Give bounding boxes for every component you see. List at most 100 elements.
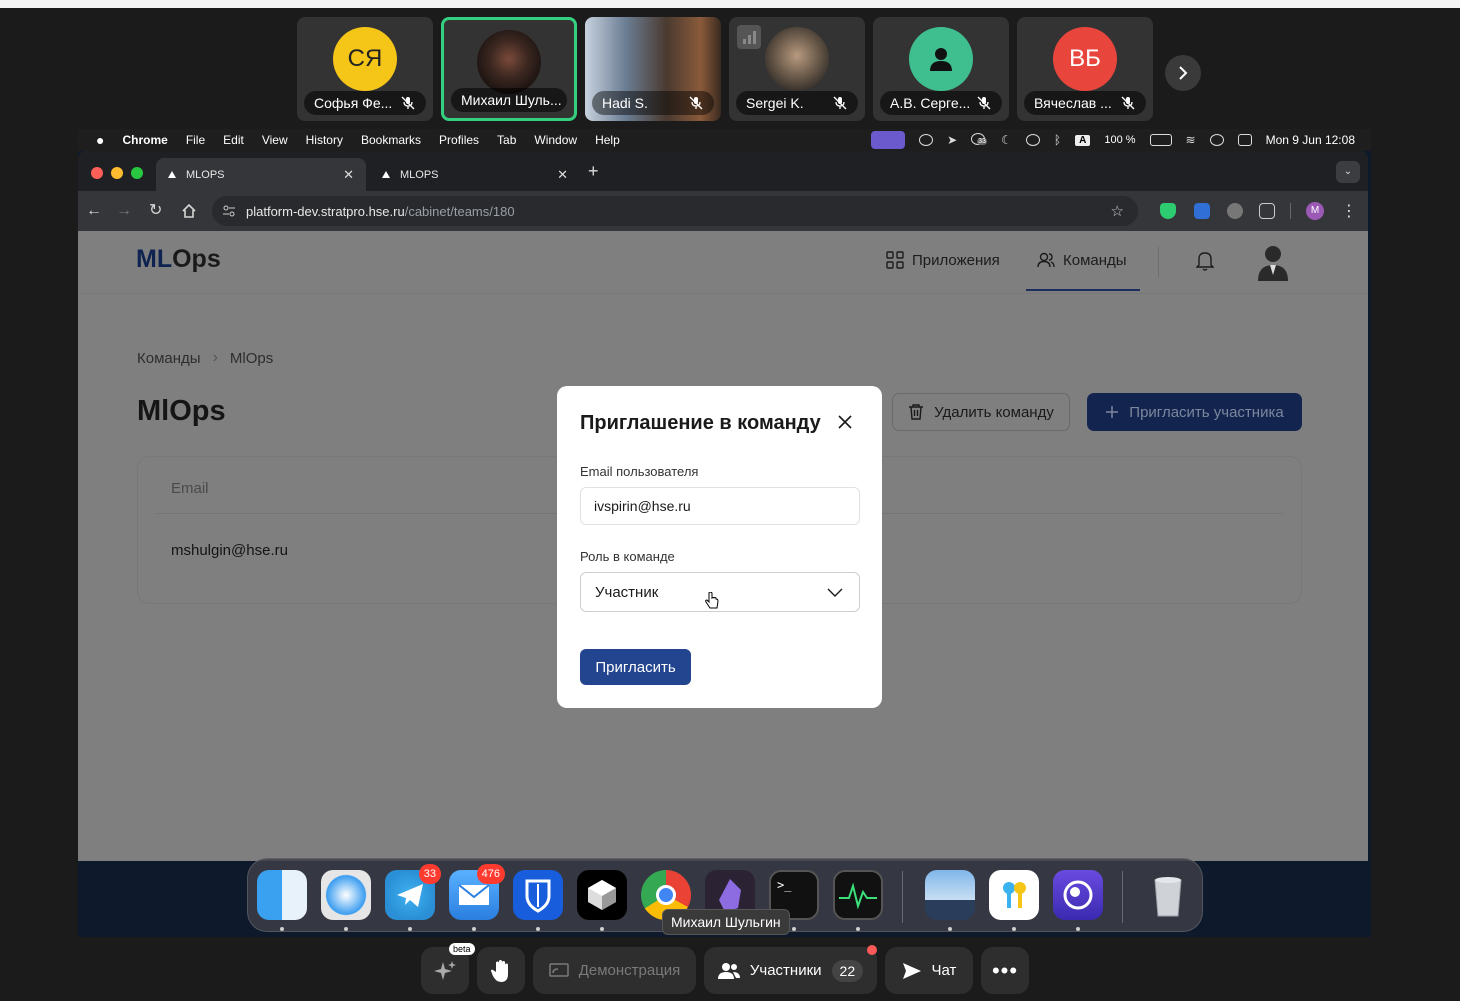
app-logo[interactable]: MLOps — [136, 245, 221, 274]
participants-button[interactable]: Участники 22 — [704, 947, 877, 994]
user-placeholder-icon — [909, 27, 973, 91]
invite-member-label: Пригласить участника — [1129, 403, 1284, 421]
menubar-clock[interactable]: Mon 9 Jun 12:08 — [1266, 133, 1355, 147]
menu-history[interactable]: History — [306, 133, 343, 147]
control-center-icon[interactable] — [1237, 134, 1252, 146]
close-window-button[interactable] — [91, 167, 103, 179]
screen-share-button[interactable]: Демонстрация — [533, 947, 696, 994]
apple-icon[interactable]: ● — [96, 132, 104, 148]
web-page: MLOps Приложения Команды Команды › MlOps — [78, 231, 1368, 861]
email-input[interactable] — [580, 487, 860, 525]
menu-chrome[interactable]: Chrome — [122, 133, 167, 147]
raise-hand-button[interactable] — [477, 947, 525, 994]
passwords-icon[interactable] — [989, 870, 1039, 920]
close-tab-icon[interactable]: ✕ — [557, 167, 568, 183]
shield-extension-icon[interactable] — [1160, 203, 1176, 219]
bookmark-star-icon[interactable]: ☆ — [1111, 202, 1124, 220]
trash-icon[interactable] — [1143, 870, 1193, 920]
participant-tile[interactable]: А.В. Серге... — [873, 17, 1009, 121]
user-switch-icon[interactable] — [1209, 134, 1224, 146]
participant-tile[interactable]: Hadi S. — [585, 17, 721, 121]
menu-profiles[interactable]: Profiles — [439, 133, 479, 147]
safari-icon[interactable] — [321, 870, 371, 920]
more-options-button[interactable]: ••• — [981, 947, 1029, 994]
next-participants-button[interactable] — [1165, 55, 1201, 91]
header-divider — [1158, 247, 1159, 277]
close-icon[interactable] — [837, 414, 853, 430]
browser-menu-icon[interactable]: ⋮ — [1341, 201, 1357, 221]
delete-team-button[interactable]: Удалить команду — [892, 393, 1070, 431]
table-row[interactable]: mshulgin@hse.ru — [171, 542, 288, 559]
wifi-icon[interactable]: ≋ — [1186, 133, 1196, 147]
participant-tile[interactable]: Sergei K. — [729, 17, 865, 121]
close-tab-icon[interactable]: ✕ — [343, 167, 354, 183]
tab-search-button[interactable]: ⌄ — [1336, 161, 1360, 183]
participant-photo — [765, 27, 829, 91]
menu-view[interactable]: View — [262, 133, 288, 147]
forward-button[interactable]: → — [116, 201, 132, 221]
mail-icon[interactable]: 476 — [449, 864, 505, 920]
role-select[interactable]: Участник — [580, 572, 860, 612]
running-indicator — [600, 927, 604, 931]
participant-tile-active[interactable]: Михаил Шуль... — [441, 17, 577, 121]
menu-window[interactable]: Window — [534, 133, 577, 147]
reload-button[interactable]: ↻ — [149, 201, 162, 221]
preview-icon[interactable] — [925, 870, 975, 920]
new-tab-button[interactable]: + — [588, 161, 599, 182]
nav-teams-label: Команды — [1063, 251, 1127, 269]
activity-monitor-icon[interactable] — [833, 870, 883, 920]
cube-app-icon[interactable] — [577, 870, 627, 920]
chat-label: Чат — [931, 962, 957, 979]
play-circle-icon[interactable] — [1025, 134, 1040, 146]
running-indicator — [344, 927, 348, 931]
running-indicator — [948, 927, 952, 931]
nav-apps-label: Приложения — [912, 251, 1000, 269]
address-bar[interactable]: platform-dev.stratpro.hse.ru/cabinet/tea… — [212, 196, 1138, 226]
telegram-icon[interactable]: 33 — [385, 864, 441, 920]
extensions-puzzle-icon[interactable] — [1259, 203, 1275, 219]
invite-submit-button[interactable]: Пригласить — [580, 649, 691, 685]
url-host: platform-dev.stratpro.hse.ru — [246, 203, 405, 219]
participant-tile[interactable]: СЯ Софья Фе... — [297, 17, 433, 121]
input-source-icon[interactable]: A — [1075, 134, 1091, 146]
battery-icon[interactable] — [1149, 134, 1172, 146]
menu-file[interactable]: File — [186, 133, 205, 147]
menu-help[interactable]: Help — [595, 133, 620, 147]
screen-recorder-icon[interactable] — [1053, 870, 1103, 920]
invite-member-button[interactable]: Пригласить участника — [1087, 393, 1302, 431]
zoom-window-button[interactable] — [131, 167, 143, 179]
chevron-down-icon — [827, 588, 843, 597]
dock-separator — [902, 871, 903, 923]
finder-icon[interactable] — [257, 870, 307, 920]
bitwarden-icon[interactable] — [513, 870, 563, 920]
hand-icon — [491, 959, 508, 982]
delete-team-label: Удалить команду — [934, 403, 1054, 421]
menu-bookmarks[interactable]: Bookmarks — [361, 133, 421, 147]
browser-tab[interactable]: MLOPS ✕ — [370, 158, 580, 191]
home-icon[interactable] — [181, 203, 197, 219]
user-avatar[interactable] — [1256, 243, 1290, 281]
moon-icon[interactable]: ☾ — [1001, 133, 1012, 147]
site-settings-icon[interactable] — [222, 204, 236, 218]
breadcrumb-teams[interactable]: Команды — [137, 350, 201, 367]
chat-button[interactable]: Чат — [885, 947, 973, 994]
notification-icon[interactable]: 33 — [971, 133, 987, 147]
profile-avatar[interactable]: M — [1306, 202, 1324, 220]
bluetooth-icon[interactable]: ᛒ — [1054, 133, 1061, 147]
extension-icon[interactable] — [1227, 203, 1243, 219]
bell-icon[interactable] — [1196, 251, 1214, 271]
bitwarden-extension-icon[interactable] — [1194, 203, 1210, 219]
menu-edit[interactable]: Edit — [223, 133, 244, 147]
nav-apps[interactable]: Приложения — [886, 251, 1000, 269]
send-icon — [902, 962, 921, 979]
minimize-window-button[interactable] — [111, 167, 123, 179]
openai-icon[interactable] — [919, 134, 934, 146]
participant-tile[interactable]: ВБ Вячеслав ... — [1017, 17, 1153, 121]
nav-teams[interactable]: Команды — [1037, 251, 1127, 269]
menu-tab[interactable]: Tab — [497, 133, 516, 147]
participant-avatar: СЯ — [333, 27, 397, 91]
back-button[interactable]: ← — [86, 201, 102, 221]
send-icon[interactable]: ➤ — [947, 133, 957, 147]
screen-share-indicator-icon[interactable] — [871, 131, 906, 149]
browser-tab-active[interactable]: MLOPS ✕ — [156, 158, 366, 191]
